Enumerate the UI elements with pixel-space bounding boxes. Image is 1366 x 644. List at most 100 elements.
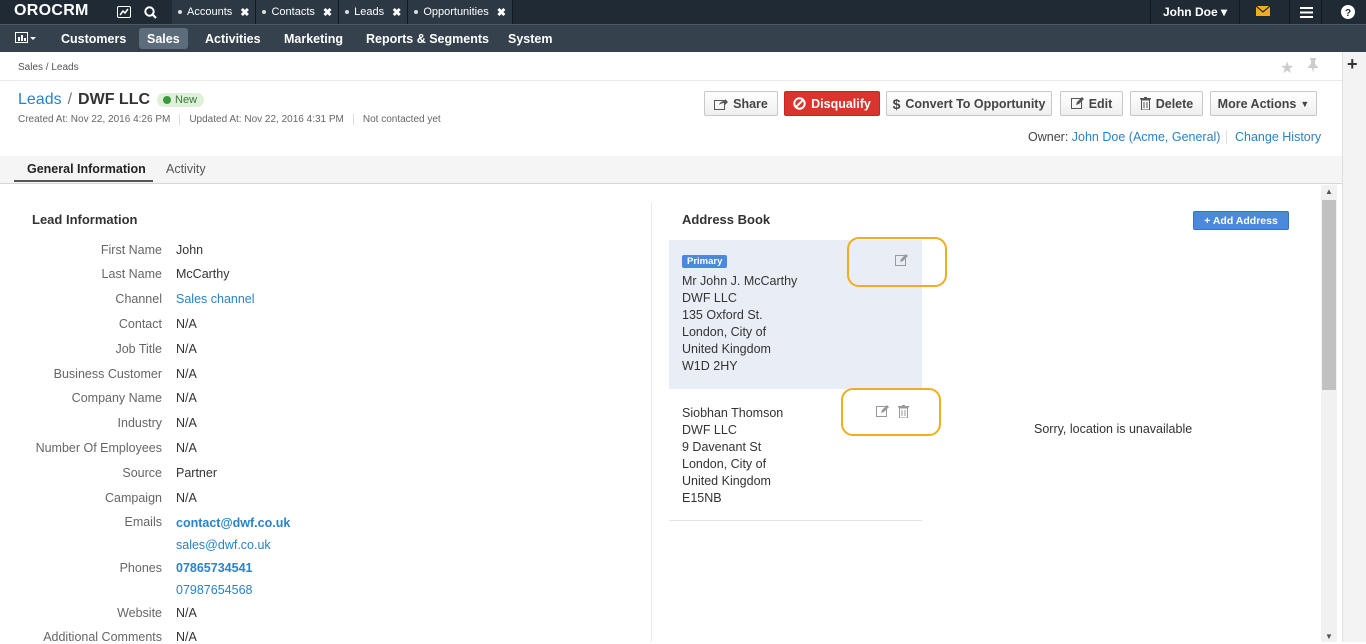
nav-activities[interactable]: Activities — [197, 28, 269, 49]
field-value: N/A — [176, 367, 197, 381]
created-at: Created At: Nov 22, 2016 4:26 PM — [18, 114, 181, 125]
owner-prefix: Owner: — [1028, 130, 1069, 144]
pinned-tab-leads[interactable]: Leads ✖ — [339, 0, 409, 24]
close-icon[interactable]: ✖ — [323, 6, 332, 19]
nav-sales[interactable]: Sales — [139, 28, 188, 49]
add-widget-icon[interactable]: + — [1347, 54, 1358, 75]
channel-link[interactable]: Sales channel — [176, 292, 255, 306]
app-logo[interactable]: OROCRM — [14, 2, 89, 20]
caret-down-icon: ▼ — [1300, 98, 1310, 109]
edit-icon — [1070, 97, 1084, 109]
field-label: Company Name — [71, 391, 162, 405]
map-unavailable-message: Sorry, location is unavailable — [1034, 422, 1193, 436]
svg-text:?: ? — [1345, 8, 1351, 19]
menu-icon[interactable] — [1292, 0, 1322, 24]
website-value: N/A — [176, 606, 197, 620]
email-link-primary[interactable]: contact@dwf.co.uk — [176, 516, 290, 530]
user-menu[interactable]: John Doe ▾ — [1150, 0, 1240, 24]
star-icon[interactable]: ★ — [1280, 58, 1294, 78]
share-label: Share — [733, 96, 768, 111]
nav-customers[interactable]: Customers — [53, 28, 134, 49]
mail-icon[interactable] — [1240, 0, 1290, 24]
field-value: N/A — [176, 391, 197, 405]
pinned-tabs: Accounts ✖ Contacts ✖ Leads ✖ Opportunities… — [172, 0, 513, 24]
dashboard-menu-icon[interactable] — [8, 28, 44, 48]
pinned-tab-label: Accounts — [187, 6, 233, 18]
status-dot-icon — [163, 96, 172, 104]
dollar-icon: $ — [892, 95, 901, 112]
close-icon[interactable]: ✖ — [240, 6, 249, 19]
more-actions-button[interactable]: More Actions ▼ — [1210, 91, 1317, 116]
address-line: W1D 2HY — [682, 359, 738, 373]
page-title: Leads / DWF LLC New — [18, 91, 205, 109]
lead-information-title: Lead Information — [32, 212, 138, 227]
field-label: Channel — [115, 292, 162, 306]
leads-link[interactable]: Leads — [18, 91, 62, 109]
owner-link[interactable]: John Doe — [1072, 130, 1126, 144]
highlight-annotation — [841, 388, 941, 436]
record-name: DWF LLC — [78, 91, 151, 108]
field-value: N/A — [176, 441, 197, 455]
title-separator: / — [67, 91, 73, 108]
tab-activity[interactable]: Activity — [166, 162, 206, 176]
dashboard-shortcut-icon[interactable] — [112, 0, 136, 24]
field-value: John — [176, 243, 204, 257]
top-bar: OROCRM Accounts ✖ Contacts ✖ Leads ✖ Opport… — [0, 0, 1366, 24]
delete-label: Delete — [1155, 96, 1194, 111]
field-value: McCarthy — [176, 267, 230, 281]
website-label: Website — [117, 606, 162, 620]
disqualify-label: Disqualify — [811, 96, 871, 111]
share-button[interactable]: Share — [704, 91, 778, 116]
breadcrumb: Sales / Leads — [18, 62, 79, 73]
field-label: Contact — [118, 317, 162, 331]
phone-link-primary[interactable]: 07865734541 — [176, 561, 252, 575]
field-label: First Name — [100, 243, 162, 257]
address-line: DWF LLC — [682, 423, 737, 437]
email-link[interactable]: sales@dwf.co.uk — [176, 538, 271, 552]
ban-icon — [793, 97, 806, 110]
nav-reports-segments[interactable]: Reports & Segments — [358, 28, 497, 49]
pinned-tab-opportunities[interactable]: Opportunities ✖ — [408, 0, 513, 24]
scrollbar-thumb[interactable] — [1322, 200, 1336, 390]
close-icon[interactable]: ✖ — [497, 6, 506, 19]
share-icon — [714, 98, 729, 110]
user-name: John Doe — [1162, 5, 1218, 19]
scroll-up-arrow-icon[interactable]: ▲ — [1325, 187, 1333, 196]
address-lines: Siobhan Thomson DWF LLC 9 Davenant St Lo… — [682, 405, 783, 507]
pinned-tab-contacts[interactable]: Contacts ✖ — [256, 0, 340, 24]
highlight-annotation — [847, 237, 947, 287]
change-history-link[interactable]: Change History — [1226, 130, 1321, 144]
help-icon[interactable]: ? — [1334, 0, 1362, 24]
record-meta: Created At: Nov 22, 2016 4:26 PM Updated… — [18, 114, 459, 125]
status-badge: New — [157, 93, 205, 107]
owner-org-link[interactable]: (Acme, General) — [1129, 130, 1221, 144]
nav-system[interactable]: System — [500, 28, 560, 49]
pin-icon[interactable] — [1307, 58, 1319, 77]
edit-button[interactable]: Edit — [1060, 91, 1123, 116]
disqualify-button[interactable]: Disqualify — [784, 91, 880, 116]
search-icon[interactable] — [138, 0, 162, 24]
delete-button[interactable]: Delete — [1130, 91, 1203, 116]
tabs-bar: General Information Activity — [0, 156, 1342, 184]
phone-link[interactable]: 07987654568 — [176, 583, 252, 597]
tab-general-information[interactable]: General Information — [27, 162, 146, 176]
close-icon[interactable]: ✖ — [392, 6, 401, 19]
address-line: London, City of — [682, 457, 767, 471]
right-sidebar: + — [1342, 52, 1366, 642]
add-address-button[interactable]: + Add Address — [1193, 211, 1289, 230]
field-value: N/A — [176, 342, 197, 356]
status-label: New — [175, 94, 198, 106]
scroll-down-arrow-icon[interactable]: ▼ — [1325, 632, 1333, 641]
pinned-tab-label: Leads — [354, 6, 385, 18]
field-value: N/A — [176, 317, 197, 331]
trash-icon — [1139, 97, 1151, 110]
address-line: E15NB — [682, 491, 722, 505]
field-value: N/A — [176, 491, 197, 505]
more-actions-label: More Actions — [1217, 96, 1297, 111]
convert-to-opportunity-button[interactable]: $ Convert To Opportunity — [886, 91, 1052, 116]
pinned-tab-accounts[interactable]: Accounts ✖ — [172, 0, 257, 24]
address-line: United Kingdom — [682, 474, 771, 488]
nav-marketing[interactable]: Marketing — [276, 28, 351, 49]
active-tab-underline — [14, 180, 153, 182]
main-navigation: Customers Sales Activities Marketing Rep… — [0, 24, 1366, 52]
